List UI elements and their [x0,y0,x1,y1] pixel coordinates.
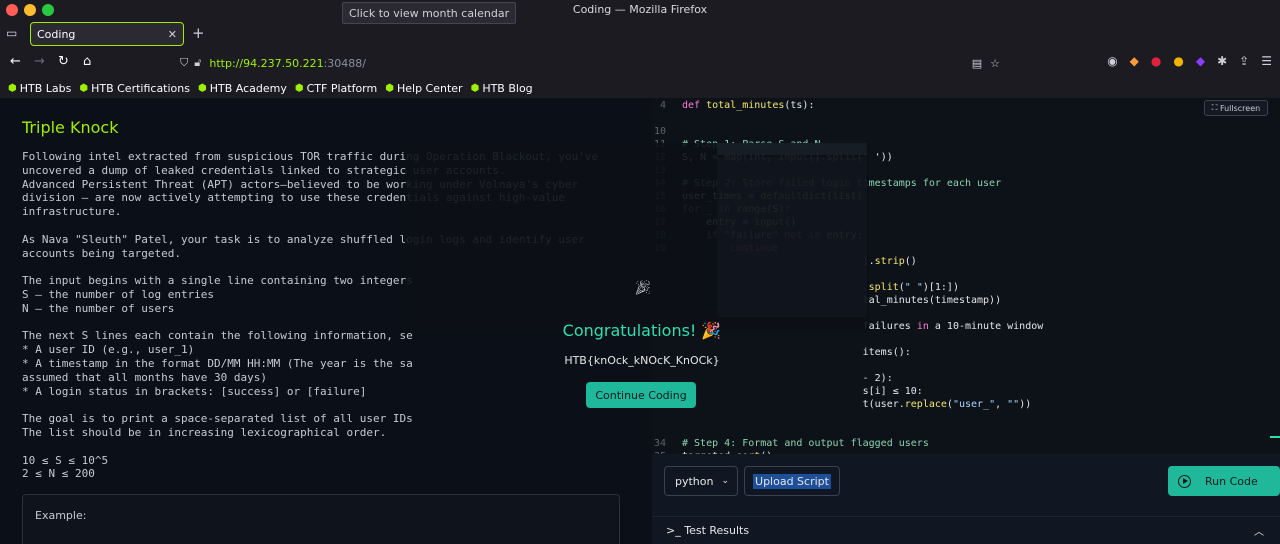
new-tab-button[interactable]: + [192,24,205,42]
shield-icon[interactable]: ⛉ [180,56,188,70]
window-titlebar: Coding — Mozilla Firefox [0,0,1280,20]
bookmark-htb-blog[interactable]: ⬢ HTB Blog [471,82,533,95]
reader-view-icon[interactable]: ▤ [972,57,982,70]
code-text[interactable] [682,125,688,138]
line-number [652,411,682,424]
calendar-tooltip: Click to view month calendar [342,2,517,24]
htb-cube-icon: ⬢ [198,82,207,94]
example-label: Example: [35,509,87,522]
code-line[interactable] [652,112,1043,125]
bookmark-help-center[interactable]: ⬢ Help Center [385,82,462,95]
lock-icon[interactable]: 🔓︎ [194,56,201,70]
chevron-down-icon: ⌄ [721,476,729,486]
toolbar-extensions: ◉ ◆ ● ● ◆ ✱ ⇪ ☰ [1107,54,1272,68]
code-line[interactable]: - 2): [652,372,1043,385]
party-popper-icon: 🎉︎ [634,280,652,296]
bookmark-htb-academy[interactable]: ⬢ HTB Academy [198,82,287,95]
code-line[interactable]: s[i] ≤ 10: [652,385,1043,398]
expand-icon: ⛶ [1211,103,1220,112]
extensions-puzzle-icon[interactable]: ✱ [1217,54,1227,68]
bookmark-htb-labs[interactable]: ⬢ HTB Labs [8,82,71,95]
flag-text: HTB{knOck_kNOcK_KnOCk} [564,354,720,367]
share-icon[interactable]: ⇪ [1239,54,1249,68]
menu-icon[interactable]: ☰ [1261,54,1272,68]
code-text[interactable] [682,411,688,424]
extension-purple-icon[interactable]: ◆ [1196,54,1205,68]
htb-cube-icon: ⬢ [8,82,17,94]
navigation-bar: ← → ↻ ⌂ ⛉ 🔓︎ http://94.237.50.221:30488/… [0,48,1280,78]
extension-foxyproxy-icon[interactable]: ◆ [1130,54,1139,68]
tab-coding[interactable]: Coding ✕ [30,22,184,46]
code-text[interactable]: - 2): [682,372,893,385]
extension-cookie-icon[interactable]: ● [1173,54,1183,68]
line-number: 4 [659,100,666,111]
play-icon [1178,474,1191,488]
home-icon[interactable]: ⌂ [83,54,91,69]
htb-cube-icon: ⬢ [294,82,304,94]
run-code-button[interactable]: Run Code [1168,466,1280,496]
language-select[interactable]: python ⌄ [664,466,738,496]
url-text[interactable]: http://94.237.50.221:30488/ [209,57,366,70]
bookmarks-bar: ⬢ HTB Labs ⬢ HTB Certifications ⬢ HTB Acade… [0,78,1280,98]
code-line[interactable]: 10 [652,125,1043,138]
tab-bar: ▭ Coding ✕ + [0,20,1280,48]
terminal-icon: >_ [666,524,685,537]
window-title: Coding — Mozilla Firefox [572,3,708,16]
code-text[interactable] [682,424,688,437]
htb-cube-icon: ⬢ [470,82,480,94]
continue-coding-button[interactable]: Continue Coding [586,382,696,408]
extension-ublock-icon[interactable]: ● [1151,54,1161,68]
back-icon[interactable]: ← [10,54,21,69]
bookmark-star-icon[interactable]: ☆ [990,57,1000,70]
bookmark-htb-certifications[interactable]: ⬢ HTB Certifications [79,82,190,95]
code-line[interactable]: 34 # Step 4: Format and output flagged us… [652,437,1043,450]
line-number [652,424,682,437]
htb-cube-icon: ⬢ [79,82,89,94]
example-box: Example: [22,494,620,544]
line-number: 10 [653,126,666,137]
code-text[interactable]: t(user.replace("user_", "")) [682,398,1032,411]
tab-list-icon[interactable]: ▭ [6,26,17,40]
upload-script-button[interactable]: Upload Script [744,466,840,496]
scroll-marker [1270,436,1280,438]
htb-cube-icon: ⬢ [385,82,394,94]
code-text[interactable]: def total_minutes(ts): [682,99,814,112]
code-line[interactable] [652,411,1043,424]
modal-title: Congratulations! 🎉 [562,321,722,340]
editor-toolbar: python ⌄ Upload Script Run Code [652,454,1280,510]
forward-icon[interactable]: → [34,54,45,69]
tab-label: Coding [37,27,76,41]
account-icon[interactable]: ◉ [1107,54,1117,68]
code-text[interactable]: s[i] ≤ 10: [682,385,923,398]
fullscreen-button[interactable]: ⛶ Fullscreen [1204,100,1268,116]
test-results-label: >_ Test Results [666,524,750,537]
test-results-panel[interactable]: >_ Test Results ︿ [652,516,1280,544]
reload-icon[interactable]: ↻ [58,54,69,69]
code-text[interactable]: # Step 4: Format and output flagged user… [682,437,929,450]
code-text[interactable] [682,112,688,125]
bookmark-ctf-platform[interactable]: ⬢ CTF Platform [295,82,377,95]
close-tab-icon[interactable]: ✕ [168,28,177,41]
line-number [652,112,682,125]
line-number: 34 [653,438,666,449]
code-line[interactable] [652,424,1043,437]
chevron-up-icon[interactable]: ︿ [1254,523,1264,538]
problem-title: Triple Knock [22,118,119,137]
congratulations-modal [407,143,869,333]
code-line[interactable]: t(user.replace("user_", "")) [652,398,1043,411]
url-bar[interactable]: ⛉ 🔓︎ http://94.237.50.221:30488/ ▤ ☆ [180,52,1000,74]
code-line[interactable]: 4 def total_minutes(ts): [652,99,1043,112]
